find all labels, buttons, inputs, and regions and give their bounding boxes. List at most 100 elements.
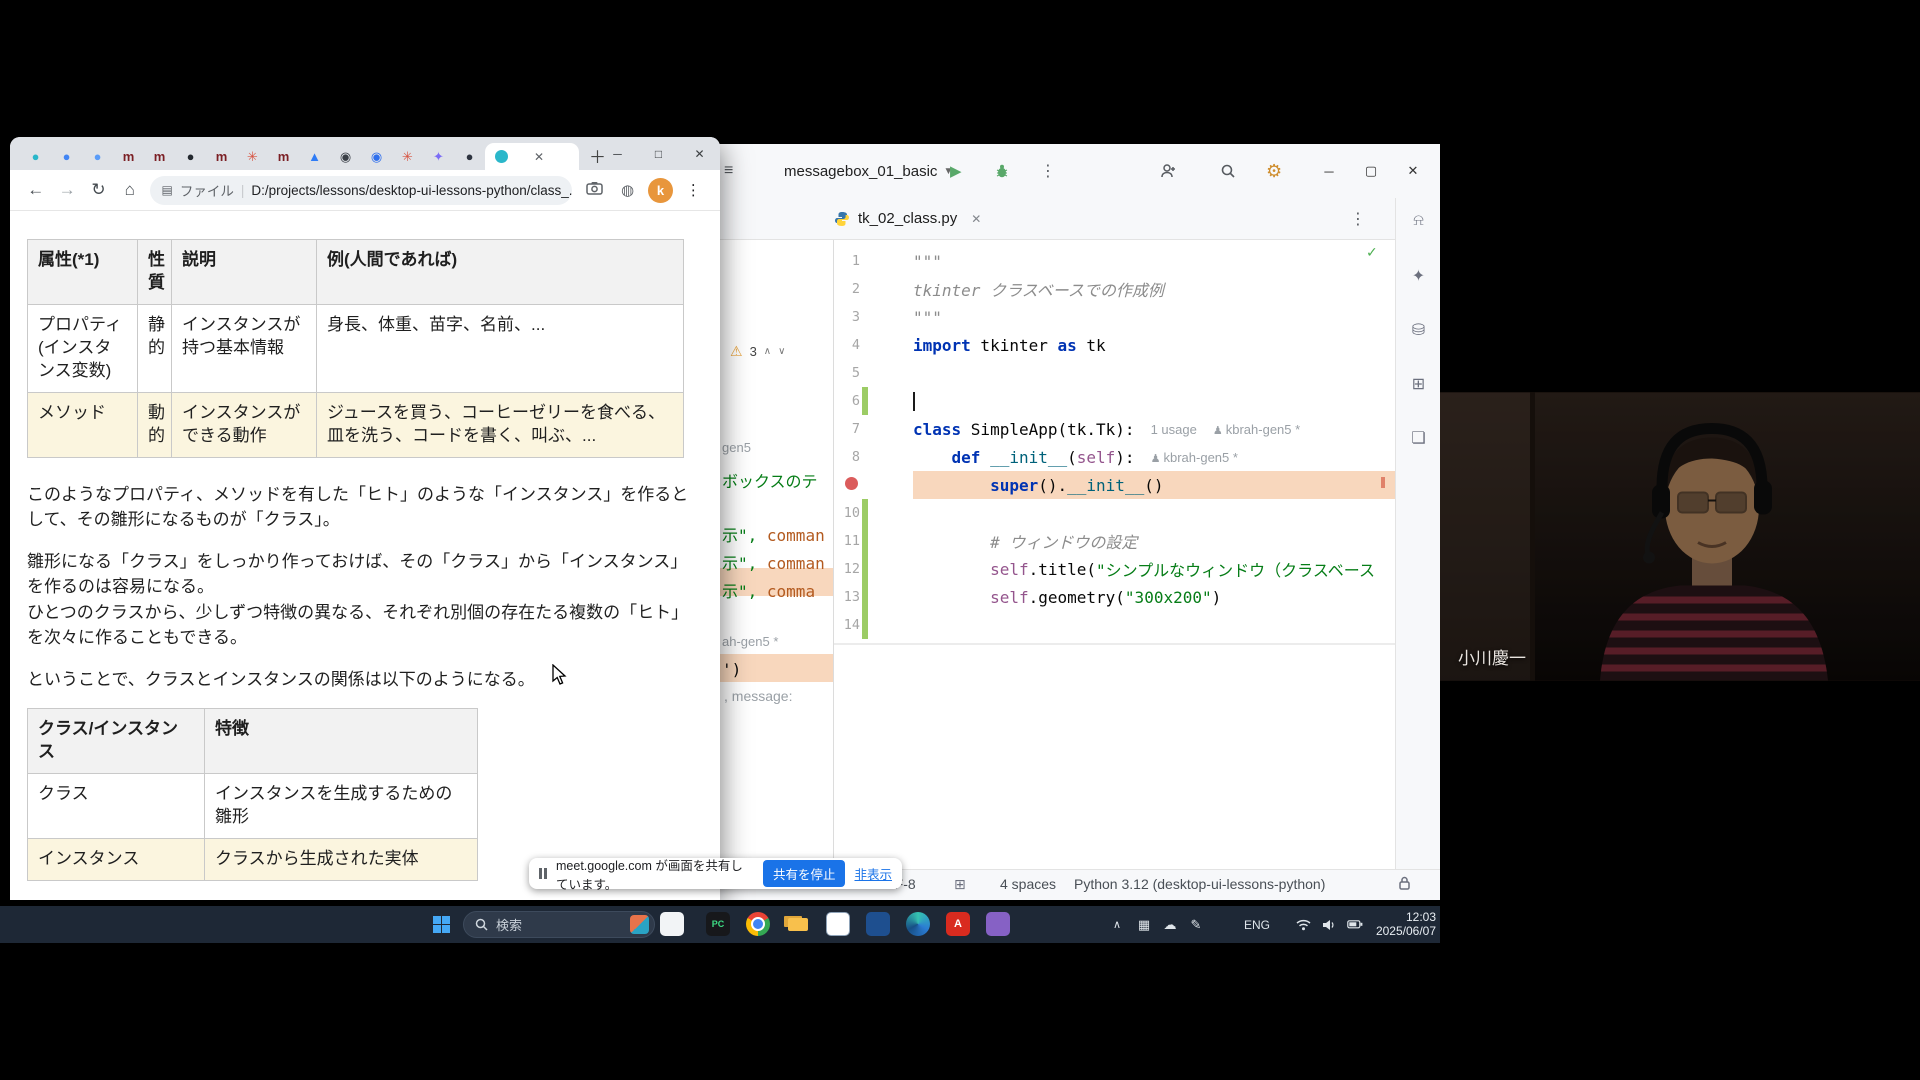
chevron-up-icon[interactable]: ∧ (764, 346, 771, 357)
tab-circle-teal-icon[interactable]: ● (20, 143, 51, 170)
ai-assistant-icon[interactable]: ✦ (1396, 266, 1441, 286)
project-selector[interactable]: messagebox_01_basic▼ (784, 163, 953, 180)
code-line[interactable]: 1""" (834, 247, 1395, 275)
forward-button[interactable]: → (51, 180, 82, 200)
notifications-icon[interactable]: ⍾ (1396, 212, 1441, 230)
tab-circle-blue-icon[interactable]: ● (51, 143, 82, 170)
url-scheme-chip[interactable]: ファイル (180, 180, 234, 200)
copilot-icon[interactable] (660, 912, 684, 936)
purple-app-icon[interactable] (986, 912, 1010, 936)
code-line[interactable]: 2tkinter クラスベースでの作成例 (834, 275, 1395, 303)
start-button[interactable] (429, 912, 453, 936)
code-line[interactable]: 3""" (834, 303, 1395, 331)
plugins-icon[interactable]: ⊞ (1396, 374, 1441, 394)
code-line[interactable]: super().__init__() (834, 471, 1395, 499)
profile-avatar[interactable]: k (648, 178, 673, 203)
extension-icon[interactable]: ◍ (611, 181, 644, 199)
active-tab[interactable]: ✕ (485, 143, 579, 170)
inspections-ok-icon[interactable]: ✓ (1366, 244, 1378, 261)
tab-sparkle-icon[interactable]: ✦ (423, 143, 454, 170)
tab-triangle-icon[interactable]: ▲ (299, 143, 330, 170)
chevron-down-icon[interactable]: ∨ (778, 346, 785, 357)
tab-starburst-icon[interactable]: ✳ (237, 143, 268, 170)
interpreter-status[interactable]: Python 3.12 (desktop-ui-lessons-python) (1074, 876, 1325, 892)
chrome-maximize-button[interactable]: □ (638, 147, 679, 161)
chrome-close-button[interactable]: ✕ (679, 147, 720, 161)
url-text[interactable]: D:/projects/lessons/desktop-ui-lessons-p… (251, 183, 571, 198)
code-editor[interactable]: 1"""2tkinter クラスベースでの作成例3"""4import tkin… (834, 240, 1395, 869)
notepad-icon[interactable] (826, 912, 850, 936)
webcam-tile[interactable]: 小川慶一 (1440, 392, 1920, 681)
tab-circle-dark-icon[interactable]: ◉ (330, 143, 361, 170)
tab-github-icon[interactable]: ● (175, 143, 206, 170)
comments-icon[interactable]: ❏ (1396, 428, 1441, 448)
taskbar-search-box[interactable]: 検索 (463, 911, 655, 938)
code-line[interactable]: 12 self.title("シンプルなウィンドウ（クラスベース (834, 555, 1395, 583)
status-widget-icon[interactable]: ⊞ (954, 876, 966, 893)
tab-m-site-icon[interactable]: m (206, 143, 237, 170)
file-explorer-icon[interactable] (786, 912, 810, 936)
run-button[interactable]: ▶ (950, 162, 962, 180)
edge-icon[interactable] (906, 912, 930, 936)
stop-sharing-button[interactable]: 共有を停止 (763, 860, 846, 887)
code-line[interactable]: 14 (834, 611, 1395, 639)
tab-starburst-icon[interactable]: ✳ (392, 143, 423, 170)
more-actions-button[interactable]: ⋮ (1040, 161, 1056, 181)
acrobat-icon[interactable]: A (946, 912, 970, 936)
breakpoint-dot[interactable] (845, 477, 858, 490)
horizontal-scrollbar[interactable] (834, 643, 1395, 645)
author-inlay-hint[interactable]: kbrah-gen5 * (1151, 450, 1238, 465)
back-button[interactable]: ← (20, 180, 51, 200)
pycharm-close-button[interactable]: ✕ (1392, 163, 1434, 179)
invite-user-button[interactable] (1160, 163, 1177, 179)
volume-icon[interactable] (1318, 906, 1340, 943)
search-everywhere-button[interactable] (1214, 163, 1236, 179)
tab-circle-lightblue-icon[interactable]: ● (82, 143, 113, 170)
tab-m-site-icon[interactable]: m (268, 143, 299, 170)
bing-daily-thumbnail[interactable] (630, 915, 649, 934)
debug-button[interactable] (994, 163, 1010, 179)
onedrive-icon[interactable]: ☁ (1158, 906, 1182, 943)
chrome-menu-button[interactable]: ⋮ (677, 181, 710, 199)
home-button[interactable]: ⌂ (114, 180, 145, 200)
pycharm-icon[interactable]: PC (706, 912, 730, 936)
close-tab-icon[interactable]: ✕ (534, 150, 544, 164)
widgets-tray-icon[interactable]: ▦ (1132, 906, 1156, 943)
code-line[interactable]: 6 (834, 387, 1395, 415)
author-inlay-hint[interactable]: kbrah-gen5 * (1213, 422, 1300, 437)
tab-m-site-icon[interactable]: m (113, 143, 144, 170)
pause-icon[interactable] (539, 868, 547, 879)
code-line[interactable]: 4import tkinter as tk (834, 331, 1395, 359)
battery-icon[interactable] (1344, 906, 1366, 943)
settings-button[interactable]: ⚙ (1266, 161, 1282, 182)
usages-inlay-hint[interactable]: 1 usage (1151, 422, 1197, 437)
network-icon[interactable] (1292, 906, 1314, 943)
pen-icon[interactable]: ✎ (1184, 906, 1208, 943)
indent-status[interactable]: 4 spaces (1000, 876, 1056, 892)
main-menu-icon[interactable]: ≡ (724, 162, 733, 180)
reload-button[interactable]: ↻ (83, 180, 114, 200)
taskbar-clock[interactable]: 12:03 2025/06/07 (1370, 910, 1436, 939)
pycharm-minimize-button[interactable]: ─ (1308, 164, 1350, 179)
tab-circle-dark2-icon[interactable]: ● (454, 143, 485, 170)
code-line[interactable]: 11 # ウィンドウの設定 (834, 527, 1395, 555)
lock-icon[interactable] (1398, 876, 1411, 893)
code-line[interactable]: 10 (834, 499, 1395, 527)
tab-options-button[interactable]: ⋮ (1350, 209, 1366, 229)
chrome-minimize-button[interactable]: ─ (597, 147, 638, 161)
inspections-widget[interactable]: ⚠ 3 ∧ ∨ (730, 343, 785, 360)
hidden-icons-chevron[interactable]: ∧ (1104, 906, 1130, 943)
omnibox[interactable]: ▤ ファイル | D:/projects/lessons/desktop-ui-… (150, 176, 572, 205)
code-line[interactable]: 13 self.geometry("300x200") (834, 583, 1395, 611)
code-line[interactable]: 7class SimpleApp(tk.Tk):1 usagekbrah-gen… (834, 415, 1395, 443)
editor-tab[interactable]: tk_02_class.py ✕ (834, 210, 981, 227)
database-icon[interactable]: ⛁ (1396, 320, 1441, 340)
chrome-icon[interactable] (746, 912, 770, 936)
tab-m-site-icon[interactable]: m (144, 143, 175, 170)
code-line[interactable]: 5 (834, 359, 1395, 387)
hide-banner-link[interactable]: 非表示 (854, 864, 892, 883)
blue-app-icon[interactable] (866, 912, 890, 936)
language-indicator[interactable]: ENG (1240, 906, 1274, 943)
code-line[interactable]: 8 def __init__(self):kbrah-gen5 * (834, 443, 1395, 471)
screenshot-extension-icon[interactable] (578, 181, 611, 199)
